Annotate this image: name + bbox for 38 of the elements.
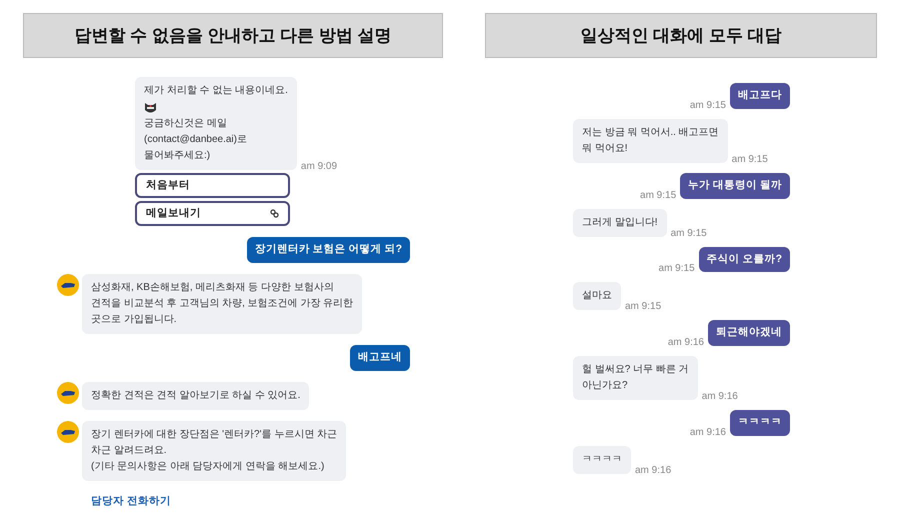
message-time: am 9:16 — [635, 464, 672, 478]
quick-reply-button[interactable]: 메일보내기 — [135, 201, 290, 226]
message-text: 설마요 — [582, 289, 612, 304]
message-text: ㅋㅋㅋㅋ — [582, 452, 622, 467]
user-message-bubble: 배고프네 — [350, 344, 410, 370]
message-time: am 9:09 — [300, 160, 338, 174]
message-text: 장기 렌터카에 대한 장단점은 '렌터카?'를 누르시면 차근 차근 알려드려요. (기타 문의사항은 아래 담당자에게 연락을 해보세요.) — [91, 428, 338, 474]
user-message-bubble: 배고프다 — [730, 83, 790, 109]
bot-avatar-icon — [57, 420, 79, 442]
message-time: am 9:15 — [690, 98, 726, 113]
message-time: am 9:15 — [640, 188, 676, 202]
user-message-bubble: 주식이 오를까? — [698, 246, 790, 272]
message-time: am 9:16 — [668, 336, 704, 350]
message-time: am 9:15 — [625, 300, 662, 314]
message-text: 제가 처리할 수 없는 내용이네요. — [144, 84, 288, 98]
panel-title: 답변할 수 없음을 안내하고 다른 방법 설명 — [23, 13, 443, 58]
user-message-bubble: ㅋㅋㅋㅋ — [730, 410, 790, 436]
panel-title: 일상적인 대화에 모두 대답 — [485, 13, 877, 58]
bot-avatar-icon — [57, 382, 79, 404]
message-text: 정확한 견적은 견적 알아보기로 하실 수 있어요. — [91, 388, 300, 402]
message-text: 궁금하신것은 메일 (contact@danbee.ai)로 물어봐주세요:) — [144, 117, 247, 163]
message-time: am 9:15 — [658, 262, 695, 276]
message-text: 저는 방금 뭐 먹어서.. 배고프면 뭐 먹어요! — [582, 126, 719, 156]
link-icon — [270, 209, 279, 218]
quick-reply-button[interactable]: 처음부터 — [135, 173, 290, 198]
message-text: 삼성화재, KB손해보험, 메리츠화재 등 다양한 보험사의 견적을 비교분석 후 고객님의 차량, 보험조건에 가장 유리한 곳으로 가입됩니다. — [91, 280, 354, 327]
message-time: am 9:16 — [702, 390, 738, 404]
message-time: am 9:15 — [732, 152, 768, 167]
raccoon-face-icon — [144, 101, 157, 114]
call-agent-link[interactable]: 담당자 전화하기 — [91, 494, 171, 510]
user-message-bubble: 장기렌터카 보험은 어떻게 되? — [246, 237, 410, 263]
message-text: 헐 벌써요? 너무 빠른 거 아닌가요? — [582, 363, 689, 393]
message-time: am 9:16 — [690, 426, 726, 440]
message-text: 그러게 말입니다! — [582, 216, 658, 230]
bot-avatar-icon — [57, 274, 79, 296]
message-time: am 9:15 — [670, 226, 707, 240]
user-message-bubble: 퇴근해야겠네 — [708, 320, 790, 346]
user-message-bubble: 누가 대통령이 될까 — [680, 172, 790, 198]
